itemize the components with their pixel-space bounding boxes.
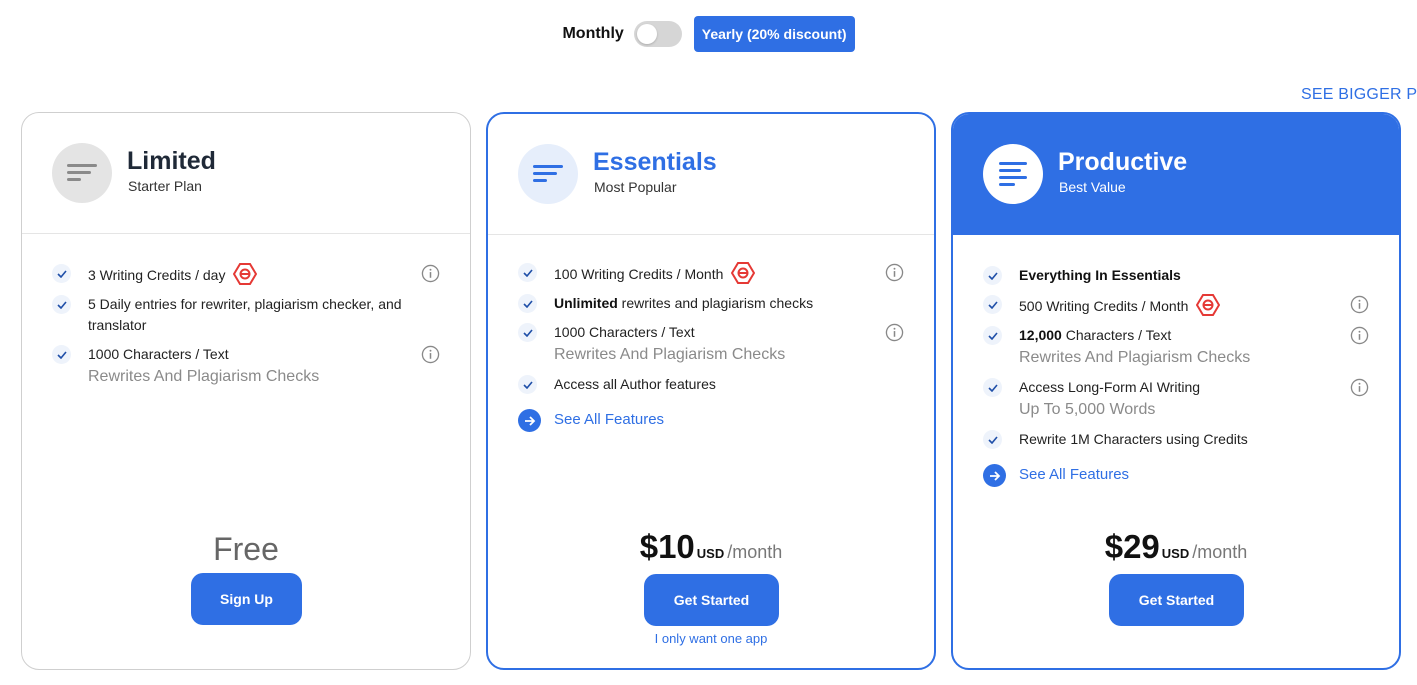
- plan-card-limited: Limited Starter Plan 3 Writing Credits /…: [21, 112, 471, 670]
- info-icon[interactable]: [1350, 326, 1369, 345]
- plan-header: Essentials Most Popular: [488, 114, 934, 235]
- plan-card-productive: Productive Best Value Everything In Esse…: [951, 112, 1401, 670]
- check-icon: [52, 295, 71, 314]
- monthly-label: Monthly: [562, 25, 624, 42]
- check-icon: [983, 266, 1002, 285]
- plan-header: Limited Starter Plan: [22, 113, 470, 234]
- plan-name: Essentials: [593, 148, 717, 176]
- feature-item: Access all Author features: [518, 374, 904, 395]
- check-icon: [52, 264, 71, 283]
- feature-item: 3 Writing Credits / day: [52, 263, 440, 286]
- billing-toggle-bar: Monthly Yearly (20% discount): [0, 16, 1417, 52]
- plan-card-essentials: Essentials Most Popular 100 Writing Cred…: [486, 112, 936, 670]
- feature-item: 12,000 Characters / Text Rewrites And Pl…: [983, 325, 1369, 369]
- check-icon: [52, 345, 71, 364]
- check-icon: [518, 323, 537, 342]
- feature-list: Everything In Essentials 500 Writing Cre…: [983, 265, 1369, 487]
- check-icon: [983, 430, 1002, 449]
- feature-item: 1000 Characters / Text Rewrites And Plag…: [518, 322, 904, 366]
- check-icon: [518, 375, 537, 394]
- credit-badge-icon: [1196, 294, 1221, 316]
- plan-subtitle: Best Value: [1059, 179, 1126, 195]
- feature-item: Unlimited rewrites and plagiarism checks: [518, 293, 904, 314]
- plan-name: Productive: [1058, 148, 1188, 176]
- check-icon: [518, 294, 537, 313]
- credit-badge-icon: [731, 262, 756, 284]
- feature-item: Everything In Essentials: [983, 265, 1369, 286]
- check-icon: [983, 295, 1002, 314]
- see-bigger-plans-link[interactable]: SEE BIGGER PLA: [1301, 86, 1417, 104]
- get-started-button[interactable]: Get Started: [644, 574, 779, 626]
- lines-icon: [983, 144, 1043, 204]
- plan-subtitle: Starter Plan: [128, 178, 202, 194]
- check-icon: [983, 378, 1002, 397]
- billing-switch[interactable]: [633, 21, 682, 47]
- feature-item: 100 Writing Credits / Month: [518, 262, 904, 285]
- feature-item: 1000 Characters / Text Rewrites And Plag…: [52, 344, 440, 388]
- get-started-button[interactable]: Get Started: [1109, 574, 1244, 626]
- arrow-right-icon: [983, 464, 1006, 487]
- sign-up-button[interactable]: Sign Up: [191, 573, 302, 625]
- feature-item: Access Long-Form AI Writing Up To 5,000 …: [983, 377, 1369, 421]
- info-icon[interactable]: [421, 345, 440, 364]
- arrow-right-icon: [518, 409, 541, 432]
- credit-badge-icon: [233, 263, 258, 285]
- feature-item: 5 Daily entries for rewriter, plagiarism…: [52, 294, 440, 336]
- plan-header: Productive Best Value: [953, 114, 1399, 235]
- plan-subtitle: Most Popular: [594, 179, 677, 195]
- yearly-discount-button[interactable]: Yearly (20% discount): [693, 16, 855, 52]
- feature-item: 500 Writing Credits / Month: [983, 294, 1369, 317]
- switch-knob: [636, 24, 657, 44]
- check-icon: [983, 326, 1002, 345]
- see-all-features-link[interactable]: See All Features: [983, 464, 1369, 487]
- info-icon[interactable]: [885, 263, 904, 282]
- see-all-features-link[interactable]: See All Features: [518, 409, 904, 432]
- feature-item: Rewrite 1M Characters using Credits: [983, 429, 1369, 450]
- info-icon[interactable]: [1350, 378, 1369, 397]
- info-icon[interactable]: [421, 264, 440, 283]
- lines-icon: [518, 144, 578, 204]
- plan-price: $29 USD/month: [1104, 528, 1248, 565]
- plan-price: Free: [213, 531, 279, 567]
- lines-icon: [52, 143, 112, 203]
- plan-name: Limited: [127, 147, 216, 175]
- info-icon[interactable]: [885, 323, 904, 342]
- feature-list: 3 Writing Credits / day 5 Daily entries …: [52, 263, 440, 396]
- info-icon[interactable]: [1350, 295, 1369, 314]
- one-app-link[interactable]: I only want one app: [488, 631, 934, 646]
- feature-list: 100 Writing Credits / Month Unlimited re…: [518, 262, 904, 432]
- plan-price: $10 USD/month: [639, 528, 783, 565]
- check-icon: [518, 263, 537, 282]
